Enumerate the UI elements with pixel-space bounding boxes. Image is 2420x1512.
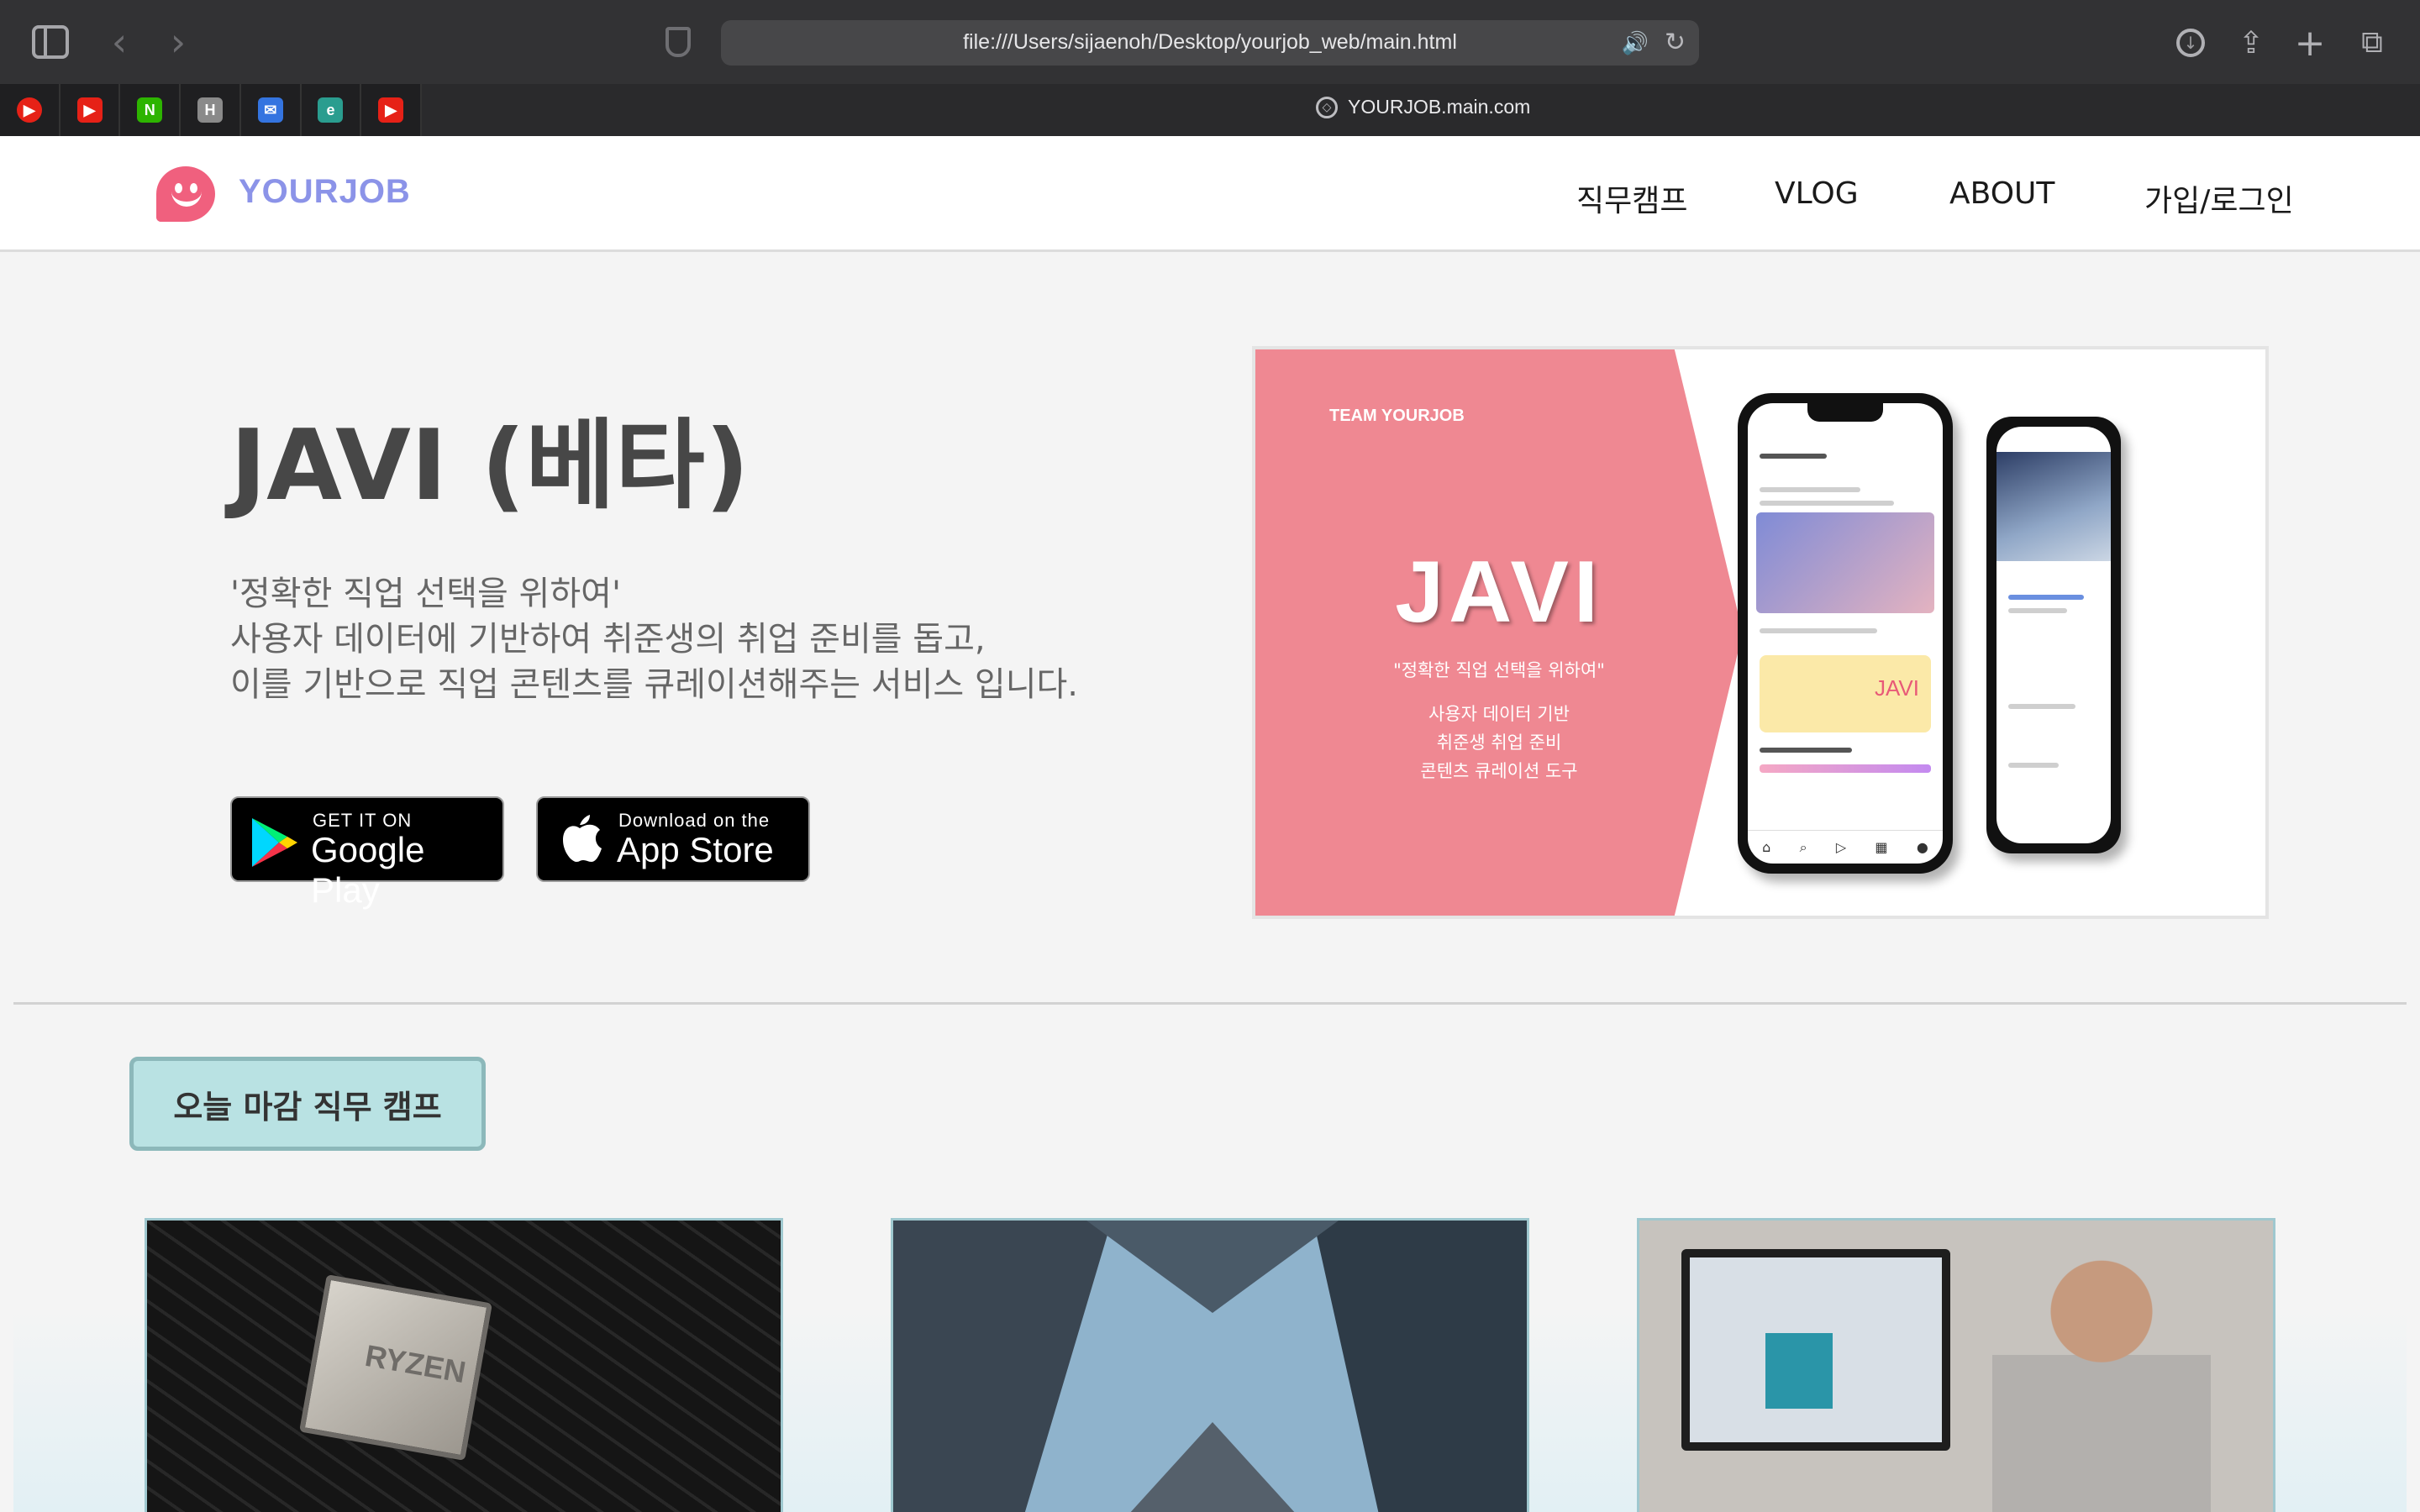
- pinned-tab[interactable]: e: [302, 84, 362, 136]
- monitor-image: [1681, 1249, 1950, 1451]
- reload-icon[interactable]: ↻: [1665, 28, 1686, 57]
- pinned-tab[interactable]: N: [120, 84, 182, 136]
- promo-banner-image: TEAM YOURJOB JAVI "정확한 직업 선택을 위하여" 사용자 데…: [1252, 346, 2269, 919]
- camp-card-image-chip[interactable]: RYZEN: [145, 1218, 783, 1512]
- hero-desc-line-1: '정확한 직업 선택을 위하여': [230, 575, 621, 613]
- tab-overview-icon[interactable]: ⧉: [2351, 22, 2393, 64]
- google-play-big-text: Google Play: [311, 830, 425, 910]
- logo-text[interactable]: YOURJOB: [239, 173, 411, 211]
- back-arrow-icon[interactable]: ‹: [103, 18, 136, 66]
- address-bar[interactable]: file:///Users/sijaenoh/Desktop/yourjob_w…: [721, 20, 1699, 66]
- active-tab-title: YOURJOB.main.com: [1348, 96, 1531, 118]
- pinned-tab[interactable]: H: [181, 84, 241, 136]
- hero-desc-line-3: 이를 기반으로 직업 콘텐츠를 큐레이션해주는 서비스 입니다.: [230, 665, 1079, 704]
- google-play-small-text: GET IT ON: [313, 810, 413, 831]
- camp-card-image-office[interactable]: [1637, 1218, 2275, 1512]
- youtube-music-icon: ▶: [16, 97, 42, 123]
- pinned-tab[interactable]: ✉: [241, 84, 302, 136]
- hero-description: '정확한 직업 선택을 위하여' 사용자 데이터에 기반하여 취준생의 취업 준…: [230, 571, 1078, 707]
- url-text: file:///Users/sijaenoh/Desktop/yourjob_w…: [963, 30, 1457, 54]
- person-image: [1992, 1254, 2211, 1512]
- search-icon: ⌕: [1799, 838, 1807, 855]
- promo-line-2: 취준생 취업 준비: [1436, 732, 1562, 753]
- downloads-button[interactable]: ↓: [2170, 22, 2212, 64]
- nav-link-signup-login[interactable]: 가입/로그인: [2144, 176, 2294, 220]
- pinned-tabs: ▶ ▶ N H ✉ e ▶: [0, 84, 423, 136]
- new-tab-icon[interactable]: +: [2289, 22, 2331, 65]
- h-icon: H: [197, 97, 224, 123]
- forward-arrow-icon[interactable]: ›: [161, 18, 195, 66]
- apple-icon: [563, 815, 602, 862]
- app-store-small-text: Download on the: [618, 810, 771, 831]
- edge-icon: e: [318, 97, 344, 123]
- privacy-shield-icon[interactable]: [666, 27, 691, 57]
- phone-tab-bar: ⌂ ⌕ ▷ ▦ ●: [1748, 830, 1943, 864]
- app-store-button[interactable]: Download on the App Store: [536, 796, 810, 882]
- chip-label: RYZEN: [362, 1337, 469, 1390]
- app-store-big-text: App Store: [617, 830, 774, 869]
- sidebar-toggle-icon[interactable]: [32, 25, 69, 59]
- promo-team-text: TEAM YOURJOB: [1329, 407, 1465, 425]
- youtube-icon: ▶: [76, 97, 103, 123]
- nav-link-vlog[interactable]: VLOG: [1775, 176, 1859, 211]
- active-tab[interactable]: ◇ YOURJOB.main.com: [1316, 96, 1530, 118]
- hero-title: JAVI (베타): [230, 409, 750, 522]
- promo-title: JAVI: [1395, 543, 1603, 641]
- phone-mockup-back: [1986, 417, 2121, 853]
- phone-javi-text: JAVI: [1875, 675, 1919, 701]
- user-icon: ●: [1916, 839, 1928, 855]
- promo-line-1: 사용자 데이터 기반: [1428, 704, 1570, 724]
- phone-mockup-front: JAVI ⌂ ⌕ ▷ ▦ ●: [1738, 393, 1953, 874]
- pinned-tab[interactable]: ▶: [60, 84, 121, 136]
- google-play-icon: [252, 818, 297, 867]
- mail-icon: ✉: [257, 97, 283, 123]
- hero-section: JAVI (베타) '정확한 직업 선택을 위하여' 사용자 데이터에 기반하여…: [13, 252, 2407, 1005]
- browser-toolbar: ‹ › file:///Users/sijaenoh/Desktop/yourj…: [0, 0, 2420, 84]
- today-deadline-camp-button[interactable]: 오늘 마감 직무 캠프: [129, 1057, 486, 1151]
- grid-icon: ▦: [1875, 839, 1888, 855]
- download-icon: ↓: [2176, 29, 2205, 57]
- share-icon[interactable]: ⇪: [2230, 22, 2272, 64]
- home-icon: ⌂: [1762, 839, 1771, 855]
- play-icon: ▷: [1835, 839, 1847, 855]
- hero-desc-line-2: 사용자 데이터에 기반하여 취준생의 취업 준비를 돕고,: [230, 620, 986, 659]
- promo-line-3: 콘텐츠 큐레이션 도구: [1420, 761, 1578, 781]
- youtube-icon: ▶: [378, 97, 404, 123]
- promo-pink-panel: TEAM YOURJOB JAVI "정확한 직업 선택을 위하여" 사용자 데…: [1255, 349, 1743, 916]
- promo-tagline: "정확한 직업 선택을 위하여": [1393, 660, 1605, 680]
- compass-icon: ◇: [1316, 96, 1338, 118]
- tab-bar: ▶ ▶ N H ✉ e ▶ ◇ YOURJOB.main.com: [0, 84, 2420, 136]
- pinned-tab[interactable]: ▶: [361, 84, 423, 136]
- logo-smiley-icon[interactable]: [156, 166, 215, 222]
- site-header: YOURJOB 직무캠프 VLOG ABOUT 가입/로그인: [0, 136, 2420, 252]
- cpu-chip-image: RYZEN: [299, 1274, 492, 1461]
- pinned-tab[interactable]: ▶: [0, 84, 60, 136]
- nav-link-camp[interactable]: 직무캠프: [1576, 176, 1687, 220]
- speaker-icon[interactable]: 🔊: [1622, 31, 1649, 56]
- nav-link-about[interactable]: ABOUT: [1949, 176, 2054, 211]
- google-play-button[interactable]: GET IT ON Google Play: [230, 796, 504, 910]
- camp-card-image-skyscrapers[interactable]: [891, 1218, 1529, 1512]
- naver-icon: N: [137, 97, 163, 123]
